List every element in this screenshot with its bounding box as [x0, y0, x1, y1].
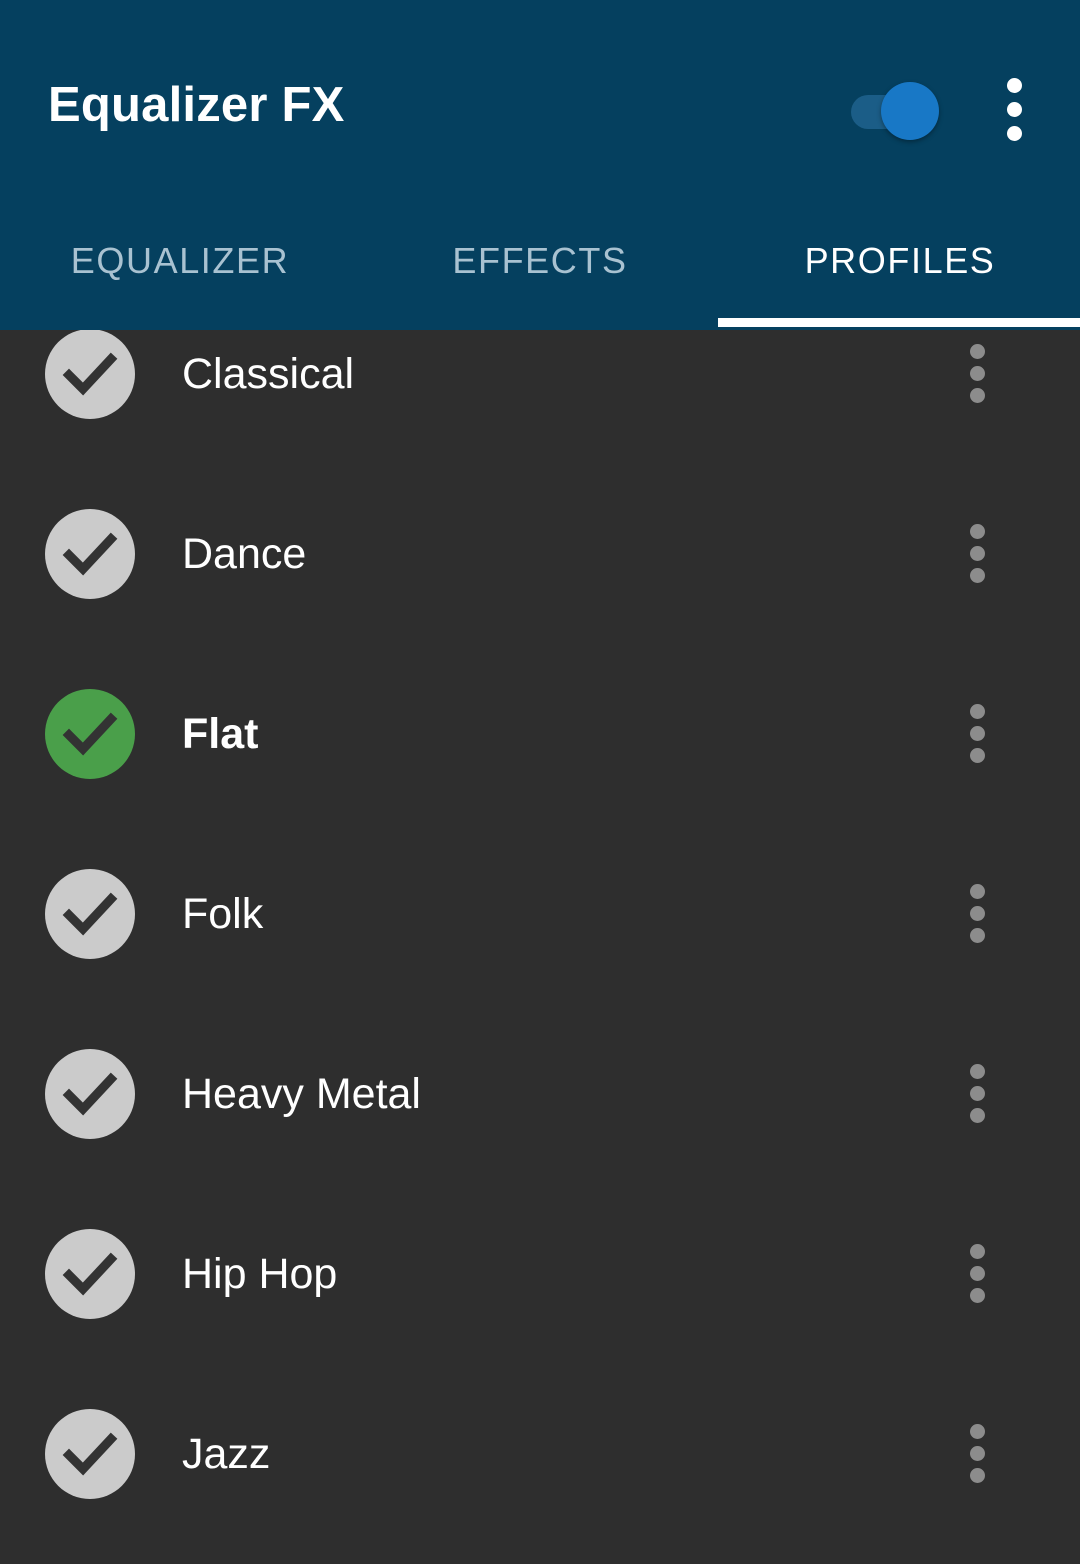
- overflow-dot: [970, 344, 985, 359]
- more-vertical-icon[interactable]: [955, 1064, 1001, 1124]
- list-item-label: Heavy Metal: [182, 1069, 421, 1118]
- app-bar: Equalizer FX EQUALIZER EFFECTS PROFILES: [0, 0, 1080, 330]
- tab-effects[interactable]: EFFECTS: [360, 212, 720, 330]
- active-tab-indicator: [718, 318, 1080, 327]
- list-item[interactable]: Hip Hop: [0, 1184, 1080, 1364]
- tab-equalizer-label: EQUALIZER: [70, 240, 290, 281]
- equalizer-fx-screen: Equalizer FX EQUALIZER EFFECTS PROFILES: [0, 0, 1080, 1564]
- overflow-dot: [970, 884, 985, 899]
- list-item-label: Folk: [182, 889, 264, 938]
- list-item[interactable]: Classical: [0, 330, 1080, 464]
- check-icon[interactable]: [45, 689, 135, 779]
- list-item[interactable]: Heavy Metal: [0, 1004, 1080, 1184]
- check-icon[interactable]: [45, 1409, 135, 1499]
- list-item[interactable]: Dance: [0, 464, 1080, 644]
- overflow-dot: [970, 524, 985, 539]
- check-icon[interactable]: [45, 509, 135, 599]
- overflow-dot: [970, 1086, 985, 1101]
- check-icon[interactable]: [45, 1049, 135, 1139]
- list-item[interactable]: Jazz: [0, 1364, 1080, 1544]
- profiles-list[interactable]: Classical Dance Flat Folk Heavy Metal Hi…: [0, 330, 1080, 1564]
- overflow-dot: [970, 1446, 985, 1461]
- tab-equalizer[interactable]: EQUALIZER: [0, 212, 360, 330]
- list-item-label: Classical: [182, 349, 355, 398]
- overflow-dot: [970, 1468, 985, 1483]
- overflow-dot: [1007, 78, 1022, 93]
- overflow-dot: [970, 1064, 985, 1079]
- check-icon[interactable]: [45, 330, 135, 419]
- master-enable-switch[interactable]: [851, 82, 947, 140]
- more-vertical-icon[interactable]: [955, 344, 1001, 404]
- overflow-dot: [970, 568, 985, 583]
- tab-profiles-label: PROFILES: [804, 240, 996, 281]
- overflow-dot: [970, 1424, 985, 1439]
- overflow-dot: [970, 388, 985, 403]
- more-vertical-icon[interactable]: [955, 524, 1001, 584]
- more-vertical-icon[interactable]: [993, 78, 1037, 142]
- more-vertical-icon[interactable]: [955, 884, 1001, 944]
- list-item-label: Hip Hop: [182, 1249, 338, 1298]
- overflow-dot: [970, 704, 985, 719]
- overflow-dot: [970, 1108, 985, 1123]
- overflow-dot: [970, 1266, 985, 1281]
- more-vertical-icon[interactable]: [955, 1244, 1001, 1304]
- tab-effects-label: EFFECTS: [452, 240, 628, 281]
- overflow-dot: [970, 1244, 985, 1259]
- list-item-label: Jazz: [182, 1429, 271, 1478]
- list-item[interactable]: Flat: [0, 644, 1080, 824]
- tab-profiles[interactable]: PROFILES: [720, 212, 1080, 330]
- more-vertical-icon[interactable]: [955, 1424, 1001, 1484]
- list-item-label: Flat: [182, 709, 259, 758]
- app-title: Equalizer FX: [48, 78, 345, 132]
- list-item[interactable]: Folk: [0, 824, 1080, 1004]
- tab-bar: EQUALIZER EFFECTS PROFILES: [0, 212, 1080, 330]
- more-vertical-icon[interactable]: [955, 704, 1001, 764]
- list-item-label: Dance: [182, 529, 307, 578]
- overflow-dot: [970, 726, 985, 741]
- check-icon[interactable]: [45, 869, 135, 959]
- overflow-dot: [970, 1288, 985, 1303]
- app-bar-top: Equalizer FX: [0, 0, 1080, 212]
- check-icon[interactable]: [45, 1229, 135, 1319]
- overflow-dot: [970, 928, 985, 943]
- overflow-dot: [1007, 126, 1022, 141]
- overflow-dot: [1007, 102, 1022, 117]
- overflow-dot: [970, 906, 985, 921]
- overflow-dot: [970, 546, 985, 561]
- overflow-dot: [970, 748, 985, 763]
- overflow-dot: [970, 366, 985, 381]
- switch-thumb: [881, 82, 939, 140]
